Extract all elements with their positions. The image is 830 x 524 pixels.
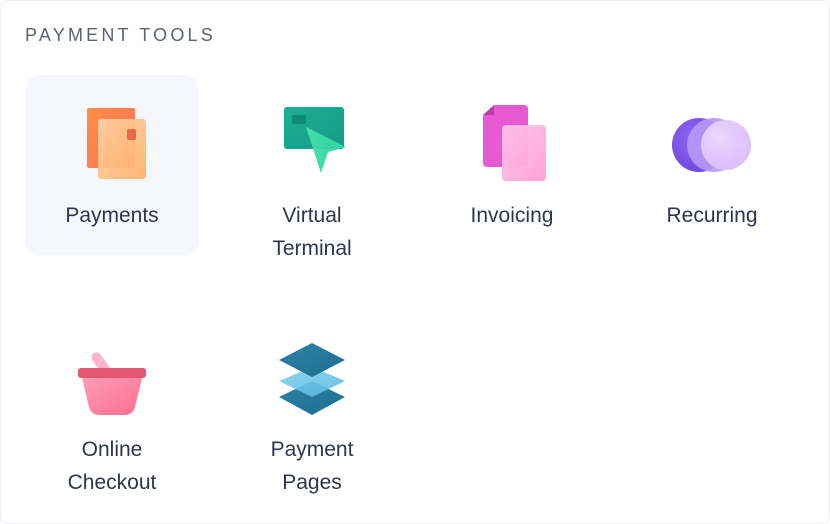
payment-tools-panel: PAYMENT TOOLS Payments Virtual Terminal …: [0, 0, 830, 524]
documents-icon: [472, 105, 552, 185]
terminal-pointer-icon: [272, 105, 352, 185]
card-icon: [72, 105, 152, 185]
tool-label-online-checkout: Online Checkout: [67, 438, 157, 494]
tool-label-payments: Payments: [65, 204, 159, 227]
tool-recurring[interactable]: Recurring: [625, 75, 799, 255]
tool-invoicing[interactable]: Invoicing: [425, 75, 599, 255]
tool-label-payment-pages: Payment Pages: [270, 438, 354, 494]
tool-label-virtual-terminal: Virtual Terminal: [272, 204, 352, 260]
section-title: PAYMENT TOOLS: [25, 25, 216, 45]
circles-icon: [672, 105, 752, 185]
tool-label-invoicing: Invoicing: [470, 204, 554, 227]
tool-payments[interactable]: Payments: [25, 75, 199, 255]
tool-label-recurring: Recurring: [666, 204, 758, 227]
tool-online-checkout[interactable]: Online Checkout: [25, 309, 199, 494]
tool-virtual-terminal[interactable]: Virtual Terminal: [225, 75, 399, 260]
basket-icon: [72, 339, 152, 419]
tool-payment-pages[interactable]: Payment Pages: [225, 309, 399, 494]
layers-icon: [272, 339, 352, 419]
